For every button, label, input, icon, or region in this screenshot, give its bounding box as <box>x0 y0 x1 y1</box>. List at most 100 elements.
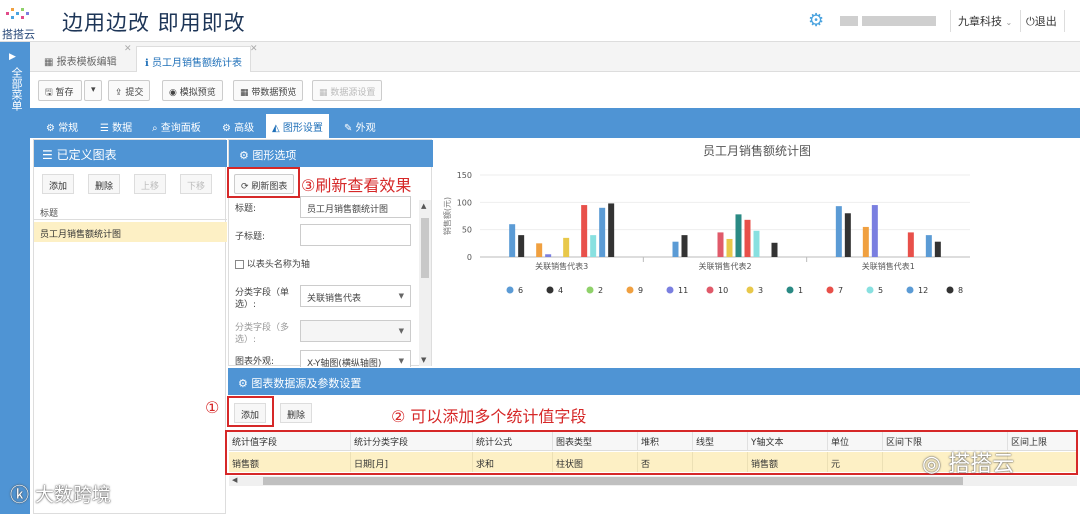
power-icon: ⏻ <box>1026 15 1035 28</box>
bar <box>771 242 778 257</box>
watermark-left: ⓚ 大数跨境 <box>10 484 112 506</box>
caret-right-icon[interactable]: ▶ <box>9 52 16 62</box>
scroll-left-icon[interactable]: ◀ <box>232 476 237 484</box>
legend-label: 3 <box>758 286 763 295</box>
category-multi-select[interactable]: ▼ <box>300 320 411 342</box>
legend-label: 9 <box>638 286 643 295</box>
tab-chart-settings[interactable]: ◭ 图形设置 <box>266 114 329 138</box>
bar <box>536 243 543 257</box>
tab-query-panel[interactable]: ⌕ 查询面板 <box>146 114 207 138</box>
add-chart-button[interactable]: 添加 <box>42 174 75 194</box>
eye-icon: ◉ <box>169 88 177 98</box>
save-dropdown-button[interactable]: ▾ <box>84 80 102 101</box>
data-preview-button[interactable]: ▦ 带数据预览 <box>233 80 304 101</box>
tab-appearance[interactable]: ✎ 外观 <box>338 114 382 138</box>
legend-marker <box>546 286 554 294</box>
logout-button[interactable]: ⏻退出 <box>1026 13 1057 29</box>
scroll-down-icon[interactable]: ▼ <box>421 356 426 364</box>
document-tabs: ▦ 报表模板编辑 ✕ ℹ 员工月销售额统计表 ✕ <box>30 42 1080 72</box>
x-tick-label: 关联销售代表3 <box>535 261 588 271</box>
bar <box>608 203 615 257</box>
bar <box>753 230 760 257</box>
search-icon: ⌕ <box>152 123 158 134</box>
scroll-up-icon[interactable]: ▲ <box>421 202 426 210</box>
area-chart-icon: ◭ <box>272 123 280 134</box>
y-tick-label: 0 <box>467 253 472 262</box>
legend-marker <box>586 286 594 294</box>
panel-title: 图表数据源及参数设置 <box>251 377 362 390</box>
bar <box>844 213 851 257</box>
bar <box>726 238 733 257</box>
select-value: 关联销售代表 <box>307 294 362 304</box>
caret-down-icon: ▼ <box>398 357 404 365</box>
delete-field-button[interactable]: 删除 <box>280 403 313 423</box>
close-icon[interactable]: ✕ <box>124 44 132 54</box>
gears-icon: ⚙ <box>238 377 248 390</box>
bar <box>925 235 932 257</box>
sidebar: ▶ 全部菜单 <box>0 42 30 514</box>
legend-label: 8 <box>958 286 963 295</box>
chevron-down-icon: ⌄ <box>1005 18 1013 27</box>
company-menu[interactable]: 九章科技 ⌄ <box>958 13 1012 29</box>
title-label: 标题: <box>235 204 257 214</box>
tab-sales-stats[interactable]: ℹ 员工月销售额统计表 <box>136 46 251 72</box>
wechat-icon: ◎ <box>922 452 942 477</box>
tab-label: 数据 <box>112 123 133 134</box>
gear-icon: ⚙ <box>239 149 249 162</box>
submit-button[interactable]: ⇪ 提交 <box>108 80 151 101</box>
scroll-thumb[interactable] <box>263 477 963 485</box>
move-up-button[interactable]: 上移 <box>134 174 167 194</box>
vertical-scrollbar[interactable]: ▲ ▼ <box>419 200 431 366</box>
bar <box>563 237 570 257</box>
tab-label: 图形设置 <box>282 123 323 134</box>
datasource-label: 数据源设置 <box>330 88 376 98</box>
subtitle-input[interactable] <box>300 224 411 246</box>
table-icon: ▦ <box>240 88 249 98</box>
gears-icon: ⚙ <box>222 123 231 134</box>
list-icon: ☰ <box>42 148 53 162</box>
checkbox-icon <box>235 260 244 269</box>
annotation-box-add <box>227 396 274 427</box>
list-item[interactable]: 员工月销售额统计图 <box>34 222 227 242</box>
data-preview-label: 带数据预览 <box>251 88 297 98</box>
subtitle-label: 子标题: <box>235 232 266 242</box>
tab-general[interactable]: ⚙ 常规 <box>40 114 84 138</box>
top-bar: 搭搭云 边用边改 即用即改 ⚙ 九章科技 ⌄ ⏻退出 <box>0 0 1080 42</box>
mock-preview-label: 模拟预览 <box>179 88 216 98</box>
y-tick-label: 100 <box>457 198 472 207</box>
settings-gear-icon[interactable]: ⚙ <box>808 10 824 31</box>
legend-label: 4 <box>558 286 563 295</box>
header-axis-checkbox[interactable]: 以表头名称为轴 <box>235 259 310 271</box>
all-menus-toggle[interactable]: 全部菜单 <box>7 67 23 111</box>
tab-data[interactable]: ☰ 数据 <box>94 114 138 138</box>
bar <box>590 235 597 257</box>
datasource-settings-button[interactable]: ▦ 数据源设置 <box>312 80 383 101</box>
y-tick-label: 150 <box>457 171 472 180</box>
save-draft-button[interactable]: 🖫 暂存 <box>38 80 82 101</box>
divider <box>1020 10 1021 32</box>
watermark-text: 搭搭云 <box>948 452 1015 477</box>
legend-marker <box>786 286 794 294</box>
legend-label: 5 <box>878 286 883 295</box>
bar <box>681 235 688 257</box>
x-tick-label: 关联销售代表1 <box>862 261 915 271</box>
divider <box>950 10 951 32</box>
delete-chart-button[interactable]: 删除 <box>88 174 121 194</box>
mock-preview-button[interactable]: ◉ 模拟预览 <box>162 80 223 101</box>
tab-report-template-edit[interactable]: ▦ 报表模板编辑 <box>36 46 125 72</box>
tab-advanced[interactable]: ⚙ 高级 <box>216 114 260 138</box>
move-down-button[interactable]: 下移 <box>180 174 213 194</box>
appearance-select[interactable]: X-Y轴图(横纵轴图) ▼ <box>300 350 411 369</box>
chart-title: 员工月销售额统计图 <box>703 143 811 158</box>
close-icon[interactable]: ✕ <box>250 44 258 54</box>
panel-header: ⚙ 图形选项 <box>229 140 433 167</box>
title-input[interactable]: 员工月销售额统计图 <box>300 196 411 218</box>
x-tick-label: 关联销售代表2 <box>698 261 751 271</box>
panel-header: ⚙ 图表数据源及参数设置 <box>228 368 1080 395</box>
category-single-select[interactable]: 关联销售代表 ▼ <box>300 285 411 307</box>
bar <box>907 232 914 257</box>
annotation-box-refresh <box>227 167 300 198</box>
bar <box>672 241 679 257</box>
scroll-thumb[interactable] <box>421 218 429 278</box>
bar <box>545 254 552 257</box>
